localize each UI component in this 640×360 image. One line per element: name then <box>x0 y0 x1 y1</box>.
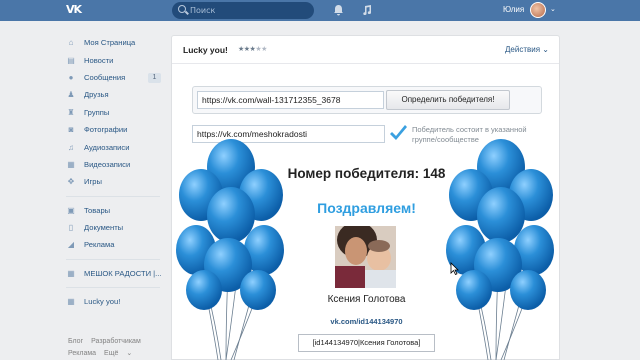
music-icon[interactable] <box>360 4 372 16</box>
sidebar-item-label: Друзья <box>84 90 109 100</box>
games-icon: ✥ <box>67 177 75 187</box>
sidebar-item-documents[interactable]: ▯ Документы <box>66 219 166 236</box>
search-icon <box>178 5 186 13</box>
sidebar-item-messages[interactable]: ● Сообщения 1 <box>66 69 166 86</box>
actions-menu[interactable]: Действия ⌄ <box>505 45 549 54</box>
sidebar-divider <box>66 195 160 197</box>
video-icon: ▦ <box>67 159 75 169</box>
footer-link-blog[interactable]: Блог <box>68 338 83 345</box>
sidebar-item-ads[interactable]: ◢ Реклама <box>66 236 166 253</box>
sidebar-item-groups[interactable]: ♜ Группы <box>66 104 166 121</box>
chevron-down-icon[interactable]: ⌄ <box>550 5 556 13</box>
goods-icon: ▣ <box>67 205 75 215</box>
search-box[interactable] <box>172 2 314 19</box>
sidebar-item-games[interactable]: ✥ Игры <box>66 173 166 190</box>
photos-icon: ◙ <box>68 125 74 135</box>
footer-link-developers[interactable]: Разработчикам <box>91 338 141 345</box>
sidebar-item-photos[interactable]: ◙ Фотографии <box>66 121 166 138</box>
messages-icon: ● <box>68 72 74 82</box>
sidebar-item-my-page[interactable]: ⌂ Моя Страница <box>66 34 166 51</box>
groups-icon: ♜ <box>67 107 75 117</box>
footer-link-ads[interactable]: Реклама <box>68 350 96 357</box>
sidebar-item-group-app[interactable]: ▦ МЕШОК РАДОСТИ |... <box>66 265 166 282</box>
app-header: Lucky you! ★★★★★ Действия ⌄ <box>172 36 559 64</box>
messages-count-badge: 1 <box>148 72 161 83</box>
search-input[interactable] <box>190 2 310 19</box>
sidebar-item-label: Аудиозаписи <box>84 142 130 152</box>
sidebar-item-label: Реклама <box>84 240 115 250</box>
home-icon: ⌂ <box>68 38 74 48</box>
sidebar-item-label: Товары <box>84 205 111 215</box>
group-app-icon: ▦ <box>67 268 75 278</box>
app-title: Lucky you! <box>183 45 228 55</box>
balloons-right <box>446 139 554 360</box>
sidebar-item-label: Lucky you! <box>84 297 121 307</box>
sidebar-item-label: Новости <box>84 55 114 65</box>
balloons-left <box>176 139 284 360</box>
sidebar-item-audio[interactable]: ♫ Аудиозаписи <box>66 138 166 155</box>
audio-icon: ♫ <box>68 142 74 152</box>
footer-link-more[interactable]: Ещё ⌄ <box>104 350 132 357</box>
wall-url-input[interactable]: https://vk.com/wall-131712355_3678 <box>197 91 384 109</box>
sidebar-item-label: Группы <box>84 107 110 117</box>
sidebar-item-label: Игры <box>84 177 102 187</box>
ads-icon: ◢ <box>67 240 75 250</box>
username[interactable]: Юлия <box>503 5 524 14</box>
sidebar-item-label: Документы <box>84 223 124 233</box>
documents-icon: ▯ <box>68 223 74 233</box>
sidebar-item-label: Моя Страница <box>84 38 136 48</box>
sidebar: ⌂ Моя Страница ▤ Новости ● Сообщения 1 ♟… <box>66 34 166 310</box>
winner-mention-field[interactable]: [id144134970|Ксения Голотова] <box>298 334 435 352</box>
sidebar-item-label: Сообщения <box>84 72 126 82</box>
news-icon: ▤ <box>67 55 75 65</box>
vk-logo[interactable]: VK <box>66 3 88 17</box>
sidebar-footer: Блог Разработчикам Реклама Ещё ⌄ <box>68 336 147 360</box>
mouse-cursor-icon <box>450 262 459 275</box>
sidebar-divider <box>66 258 160 260</box>
determine-winner-button[interactable]: Определить победителя! <box>386 90 510 110</box>
sidebar-item-goods[interactable]: ▣ Товары <box>66 202 166 219</box>
checkmark-icon[interactable] <box>388 124 408 144</box>
sidebar-item-label: МЕШОК РАДОСТИ |... <box>84 268 162 278</box>
app-icon: ▦ <box>67 297 75 307</box>
sidebar-item-video[interactable]: ▦ Видеозаписи <box>66 156 166 173</box>
avatar[interactable] <box>530 2 546 18</box>
sidebar-item-label: Видеозаписи <box>84 159 131 169</box>
top-bar: VK Юлия ⌄ <box>0 0 640 21</box>
winner-photo[interactable] <box>335 226 396 288</box>
rating-stars: ★★★★★ <box>238 45 267 53</box>
bell-icon[interactable] <box>332 4 344 16</box>
sidebar-item-friends[interactable]: ♟ Друзья <box>66 86 166 103</box>
sidebar-item-news[interactable]: ▤ Новости <box>66 51 166 68</box>
sidebar-divider <box>66 287 160 289</box>
friends-icon: ♟ <box>67 90 75 100</box>
sidebar-item-label: Фотографии <box>84 125 128 135</box>
sidebar-item-lucky-you[interactable]: ▦ Lucky you! <box>66 293 166 310</box>
